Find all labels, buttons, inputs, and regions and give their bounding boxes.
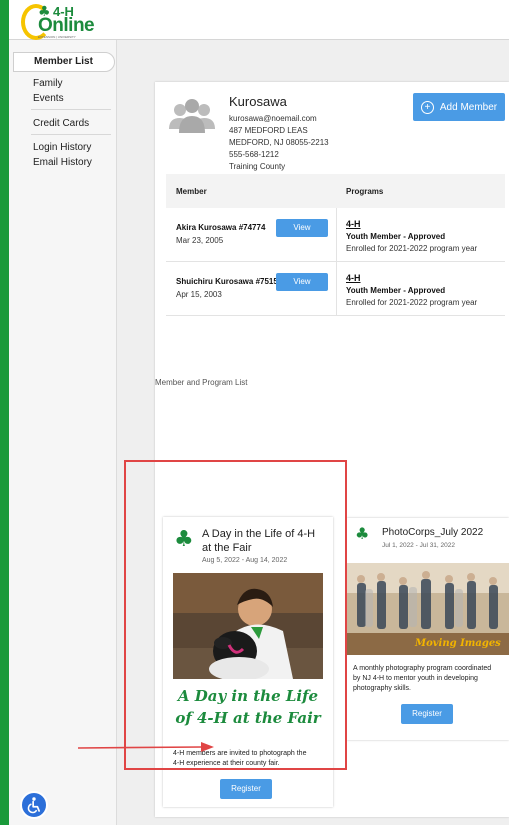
accessibility-icon[interactable] <box>20 791 48 819</box>
column-divider <box>336 208 337 262</box>
event-description-line3: photography skills. <box>353 685 411 692</box>
view-member-button[interactable]: View <box>276 273 328 291</box>
top-header: ♣ 4-H Online EXTENSION | UNIVERSITY <box>9 0 509 40</box>
program-enrollment: Enrolled for 2021-2022 program year <box>346 244 478 253</box>
family-city: MEDFORD, NJ 08055-2213 <box>229 138 329 147</box>
program-status: Youth Member - Approved <box>346 286 446 295</box>
highlight-box <box>124 460 347 770</box>
logo-main-text: Online <box>38 15 95 36</box>
program-status: Youth Member - Approved <box>346 232 446 241</box>
header-programs: Programs <box>346 187 384 196</box>
sidebar-divider <box>31 134 111 135</box>
logo-tag-text: EXTENSION | UNIVERSITY <box>38 35 76 39</box>
event-dates: Jul 1, 2022 - Jul 31, 2022 <box>382 542 455 549</box>
sidebar-item-email-history[interactable]: Email History <box>33 157 92 168</box>
header-member: Member <box>176 187 207 196</box>
register-button[interactable]: Register <box>220 779 272 799</box>
moving-images-overlay: Moving Images <box>415 638 501 649</box>
register-button[interactable]: Register <box>401 704 453 724</box>
column-divider <box>336 262 337 316</box>
sidebar-item-events[interactable]: Events <box>33 93 64 104</box>
sidebar-divider <box>31 109 111 110</box>
member-dob: Apr 15, 2003 <box>176 290 222 299</box>
members-table: Member Programs Akira Kurosawa #74774 Ma… <box>166 174 505 316</box>
view-member-button[interactable]: View <box>276 219 328 237</box>
plus-icon: + <box>420 100 434 114</box>
event-title: PhotoCorps_July 2022 <box>382 527 484 538</box>
table-row: Shuichiru Kurosawa #75152 Apr 15, 2003 V… <box>166 262 505 316</box>
table-caption: Member and Program List <box>155 378 248 387</box>
table-row: Akira Kurosawa #74774 Mar 23, 2005 View … <box>166 208 505 262</box>
add-member-label: Add Member <box>439 101 498 113</box>
member-dob: Mar 23, 2005 <box>176 236 224 245</box>
family-county: Training County <box>229 162 286 171</box>
sidebar-item-family[interactable]: Family <box>33 78 62 89</box>
sidebar-item-credit-cards[interactable]: Credit Cards <box>33 118 89 129</box>
program-link[interactable]: 4-H <box>346 219 361 229</box>
event-description-line1: A monthly photography program coordinate… <box>353 665 492 672</box>
family-avatar-icon <box>169 99 215 133</box>
sidebar-item-member-list[interactable]: Member List <box>13 52 115 72</box>
clover-icon: ♣ <box>355 524 370 543</box>
family-email: kurosawa@noemail.com <box>229 114 317 123</box>
table-header: Member Programs <box>166 174 505 208</box>
member-name: Akira Kurosawa #74774 <box>176 223 266 232</box>
member-name: Shuichiru Kurosawa #75152 <box>176 277 283 286</box>
4h-online-logo[interactable]: ♣ 4-H Online EXTENSION | UNIVERSITY <box>21 4 121 40</box>
app-window: ♣ 4-H Online EXTENSION | UNIVERSITY Memb… <box>9 0 509 825</box>
highlight-arrow <box>78 742 214 752</box>
sidebar-item-login-history[interactable]: Login History <box>33 142 91 153</box>
event-card-photocorps[interactable]: ♣ PhotoCorps_July 2022 Jul 1, 2022 - Jul… <box>347 518 509 740</box>
event-description-line2: by NJ 4-H to mentor youth in developing <box>353 675 478 682</box>
family-name: Kurosawa <box>229 94 287 109</box>
sidebar: Member List Family Events Credit Cards L… <box>9 40 117 825</box>
family-street: 487 MEDFORD LEAS <box>229 126 308 135</box>
program-enrollment: Enrolled for 2021-2022 program year <box>346 298 478 307</box>
add-member-button[interactable]: + Add Member <box>413 93 505 121</box>
program-link[interactable]: 4-H <box>346 273 361 283</box>
family-phone: 555-568-1212 <box>229 150 279 159</box>
